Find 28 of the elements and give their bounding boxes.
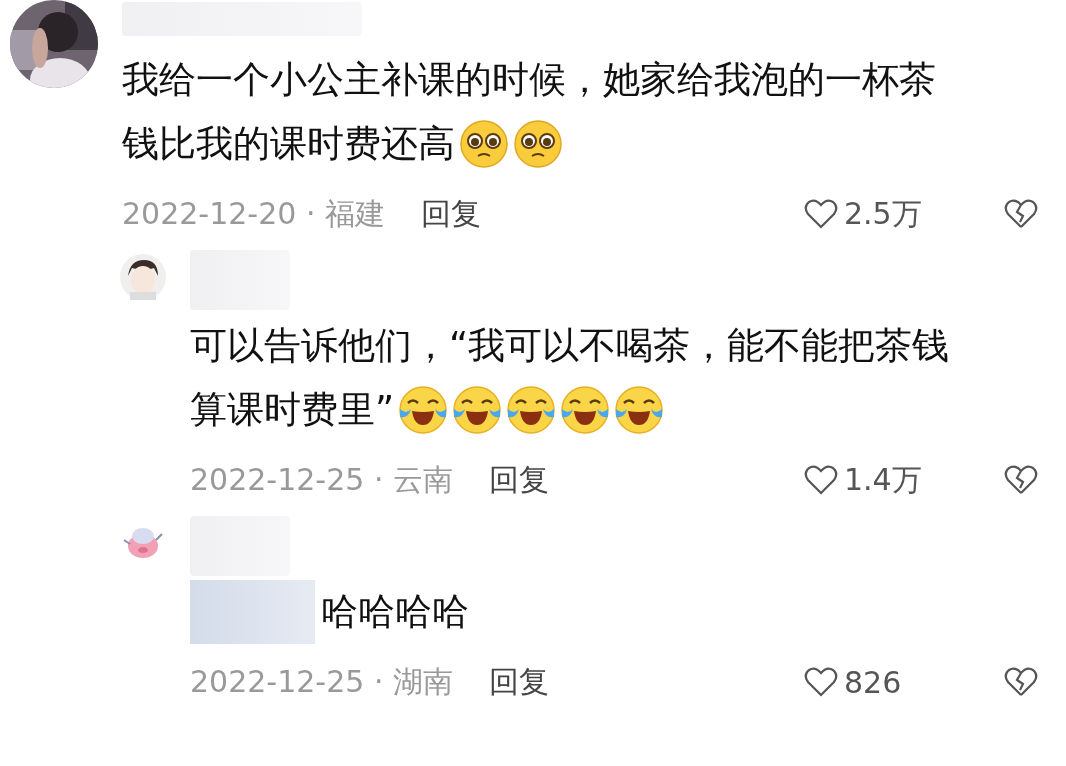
comment-meta: 2022-12-20 · 福建	[122, 194, 385, 233]
laughing-tears-emoji-icon	[452, 385, 503, 435]
laughing-tears-emoji-icon	[398, 385, 449, 435]
laughing-tears-emoji-icon	[614, 385, 665, 435]
like-count: 826	[844, 664, 903, 700]
heart-icon[interactable]	[804, 465, 838, 495]
reply-button[interactable]: 回复	[420, 193, 481, 235]
broken-heart-icon[interactable]	[1004, 199, 1038, 229]
broken-heart-icon[interactable]	[1004, 667, 1038, 697]
like-count: 2.5万	[844, 194, 923, 233]
comment-meta: 2022-12-25 · 湖南	[190, 662, 453, 701]
pleading-emoji-icon	[459, 119, 509, 169]
comment-meta: 2022-12-25 · 云南	[190, 460, 453, 499]
laughing-tears-emoji-icon	[560, 385, 611, 435]
comment-text-line: 钱比我的课时费还高	[122, 121, 455, 167]
heart-icon[interactable]	[804, 667, 838, 697]
pleading-emoji-icon	[513, 119, 563, 169]
heart-icon[interactable]	[804, 199, 838, 229]
reply-button[interactable]: 回复	[488, 661, 549, 703]
laughing-tears-emoji-icon	[506, 385, 557, 435]
comment-text-line: 我给一个小公主补课的时候，她家给我泡的一杯茶	[122, 57, 936, 103]
reply-button[interactable]: 回复	[488, 459, 549, 501]
broken-heart-icon[interactable]	[1004, 465, 1038, 495]
comment-text-line: 可以告诉他们，“我可以不喝茶，能不能把茶钱	[190, 323, 950, 369]
like-count: 1.4万	[844, 460, 923, 499]
comment-text-line: 算课时费里”	[190, 387, 395, 433]
avatar-icon	[120, 254, 166, 300]
comment-text-line: 哈哈哈哈	[321, 589, 469, 635]
